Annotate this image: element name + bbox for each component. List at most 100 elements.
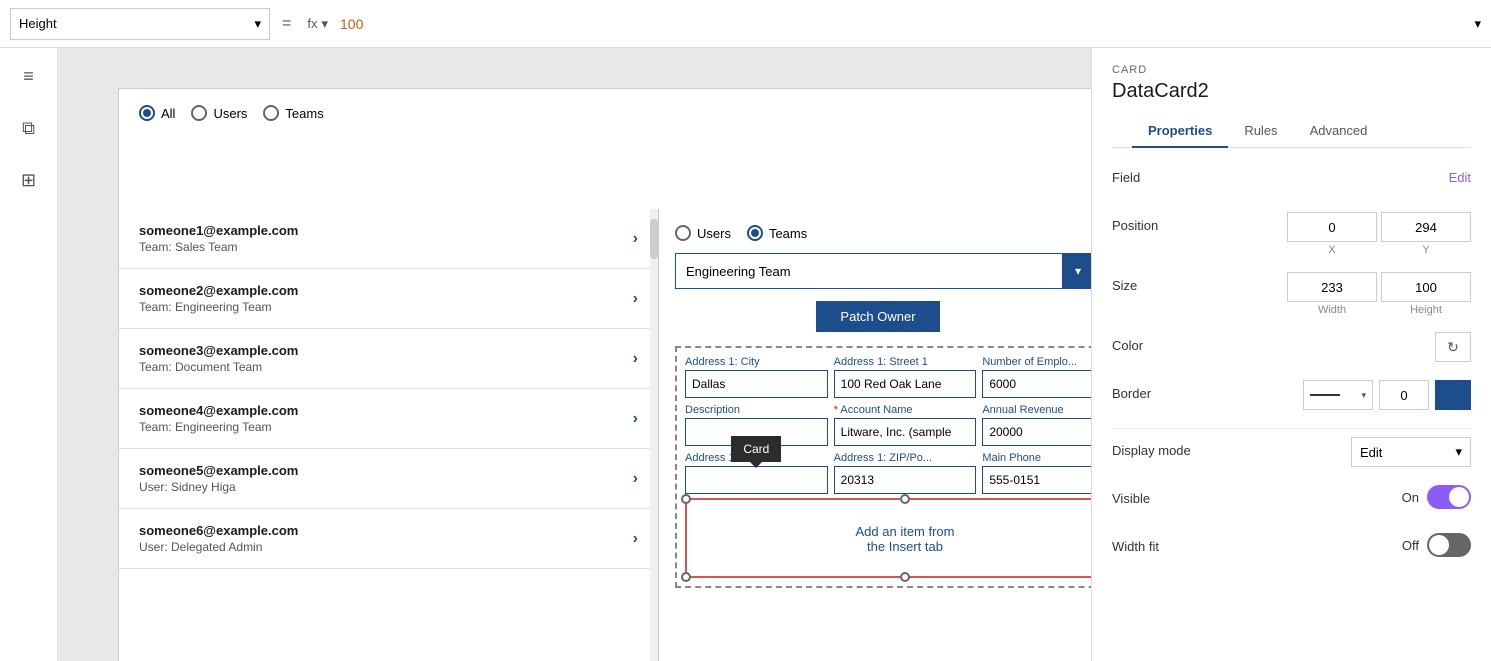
chevron-right-2: › bbox=[633, 290, 638, 308]
user-team-6: User: Delegated Admin bbox=[139, 540, 298, 554]
visible-toggle-thumb bbox=[1449, 487, 1469, 507]
visible-toggle[interactable] bbox=[1427, 485, 1471, 509]
field-phone-input[interactable] bbox=[982, 466, 1091, 494]
field-city-input[interactable] bbox=[685, 370, 828, 398]
user-email-3: someone3@example.com bbox=[139, 343, 298, 358]
field-annual-revenue-input[interactable] bbox=[982, 418, 1091, 446]
field-account-name-label: Account Name bbox=[834, 404, 977, 416]
border-line-icon bbox=[1310, 394, 1340, 396]
form-radio-users[interactable]: Users bbox=[675, 225, 731, 241]
field-street2: Address 1: Street 2 Card bbox=[685, 452, 828, 494]
panel-tabs: Properties Rules Advanced bbox=[1112, 115, 1471, 148]
field-edit-link[interactable]: Edit bbox=[1449, 164, 1471, 185]
prop-row-display-mode: Display mode Edit ▾ bbox=[1112, 437, 1471, 469]
tab-advanced[interactable]: Advanced bbox=[1294, 115, 1384, 148]
field-employees-label: Number of Emplo... bbox=[982, 356, 1091, 368]
handle-bc[interactable] bbox=[900, 572, 910, 582]
formula-bar-dropdown-icon[interactable]: ▾ bbox=[1474, 16, 1481, 32]
border-color-swatch[interactable] bbox=[1435, 380, 1471, 410]
user-item-4[interactable]: someone4@example.com Team: Engineering T… bbox=[119, 389, 658, 449]
prop-row-visible: Visible On bbox=[1112, 485, 1471, 517]
prop-row-border: Border ▾ bbox=[1112, 380, 1471, 412]
field-street1: Address 1: Street 1 bbox=[834, 356, 977, 398]
user-item-3[interactable]: someone3@example.com Team: Document Team… bbox=[119, 329, 658, 389]
size-height-input[interactable] bbox=[1381, 272, 1471, 302]
border-width-input[interactable] bbox=[1379, 380, 1429, 410]
color-label: Color bbox=[1112, 332, 1202, 353]
tab-rules[interactable]: Rules bbox=[1228, 115, 1293, 148]
field-street1-input[interactable] bbox=[834, 370, 977, 398]
position-x-input[interactable] bbox=[1287, 212, 1377, 242]
form-radio-teams[interactable]: Teams bbox=[747, 225, 807, 241]
field-prop-label: Field bbox=[1112, 164, 1202, 185]
formula-value[interactable]: 100 bbox=[340, 16, 899, 32]
handle-bl[interactable] bbox=[681, 572, 691, 582]
scrollbar-track[interactable] bbox=[650, 209, 658, 661]
team-dropdown[interactable]: Engineering Team ▾ bbox=[675, 253, 1091, 289]
field-city-label: Address 1: City bbox=[685, 356, 828, 368]
form-panel: Users Teams Engineering Team ▾ Patch Own… bbox=[659, 209, 1091, 661]
radio-users[interactable]: Users bbox=[191, 105, 247, 121]
position-y-input[interactable] bbox=[1381, 212, 1471, 242]
field-phone-label: Main Phone bbox=[982, 452, 1091, 464]
insert-text: Add an item fromthe Insert tab bbox=[695, 508, 1091, 554]
scrollbar-thumb[interactable] bbox=[650, 219, 658, 259]
size-width-col: Width bbox=[1287, 272, 1377, 316]
visible-toggle-group: On bbox=[1402, 485, 1471, 509]
sidebar-components-icon[interactable]: ⊞ bbox=[13, 164, 45, 196]
left-sidebar: ≡ ⧉ ⊞ bbox=[0, 48, 58, 661]
tab-properties[interactable]: Properties bbox=[1132, 115, 1228, 148]
size-input-group: Width Height bbox=[1287, 272, 1471, 316]
border-style-arrow: ▾ bbox=[1361, 390, 1366, 401]
height-selector[interactable]: Height ▾ bbox=[10, 8, 270, 40]
fx-button[interactable]: fx ▾ bbox=[303, 16, 332, 32]
radio-teams-circle bbox=[263, 105, 279, 121]
user-item-5[interactable]: someone5@example.com User: Sidney Higa › bbox=[119, 449, 658, 509]
prop-row-size: Size Width Height bbox=[1112, 272, 1471, 316]
chevron-right-1: › bbox=[633, 230, 638, 248]
panel-title: DataCard2 bbox=[1112, 80, 1471, 103]
radio-users-label: Users bbox=[213, 106, 247, 121]
width-fit-off-label: Off bbox=[1402, 538, 1419, 553]
display-mode-select[interactable]: Edit ▾ bbox=[1351, 437, 1471, 467]
field-employees-input[interactable] bbox=[982, 370, 1091, 398]
user-item-6[interactable]: someone6@example.com User: Delegated Adm… bbox=[119, 509, 658, 569]
field-phone: Main Phone bbox=[982, 452, 1091, 494]
chevron-right-6: › bbox=[633, 530, 638, 548]
prop-row-position: Position X Y bbox=[1112, 212, 1471, 256]
sidebar-menu-icon[interactable]: ≡ bbox=[13, 60, 45, 92]
field-account-name: Account Name bbox=[834, 404, 977, 446]
width-fit-label: Width fit bbox=[1112, 533, 1202, 554]
fx-label: fx bbox=[307, 16, 317, 31]
chevron-right-3: › bbox=[633, 350, 638, 368]
display-mode-value: Edit bbox=[1360, 445, 1382, 460]
field-zip-input[interactable] bbox=[834, 466, 977, 494]
user-email-5: someone5@example.com bbox=[139, 463, 298, 478]
user-item-2[interactable]: someone2@example.com Team: Engineering T… bbox=[119, 269, 658, 329]
panel-content: Field Edit Position X Y bbox=[1092, 148, 1491, 597]
user-info-4: someone4@example.com Team: Engineering T… bbox=[139, 403, 298, 434]
user-list: someone1@example.com Team: Sales Team › … bbox=[119, 209, 659, 661]
prop-row-width-fit: Width fit Off bbox=[1112, 533, 1471, 565]
field-street1-label: Address 1: Street 1 bbox=[834, 356, 977, 368]
width-fit-toggle[interactable] bbox=[1427, 533, 1471, 557]
form-radio-users-circle bbox=[675, 225, 691, 241]
field-account-name-input[interactable] bbox=[834, 418, 977, 446]
handle-tc[interactable] bbox=[900, 494, 910, 504]
user-info-6: someone6@example.com User: Delegated Adm… bbox=[139, 523, 298, 554]
field-employees: Number of Emplo... bbox=[982, 356, 1091, 398]
size-width-input[interactable] bbox=[1287, 272, 1377, 302]
display-mode-label: Display mode bbox=[1112, 437, 1202, 458]
patch-owner-button[interactable]: Patch Owner bbox=[816, 301, 939, 332]
color-swatch[interactable]: ↻ bbox=[1435, 332, 1471, 362]
user-item-1[interactable]: someone1@example.com Team: Sales Team › bbox=[119, 209, 658, 269]
form-radio-group: Users Teams bbox=[675, 225, 1081, 241]
radio-all[interactable]: All bbox=[139, 105, 175, 121]
radio-teams[interactable]: Teams bbox=[263, 105, 323, 121]
border-style-select[interactable]: ▾ bbox=[1303, 380, 1373, 410]
width-fit-toggle-group: Off bbox=[1402, 533, 1471, 557]
sidebar-layers-icon[interactable]: ⧉ bbox=[13, 112, 45, 144]
handle-tl[interactable] bbox=[681, 494, 691, 504]
height-dropdown-icon: ▾ bbox=[254, 16, 261, 32]
panel-header: CARD DataCard2 Properties Rules Advanced bbox=[1092, 48, 1491, 148]
